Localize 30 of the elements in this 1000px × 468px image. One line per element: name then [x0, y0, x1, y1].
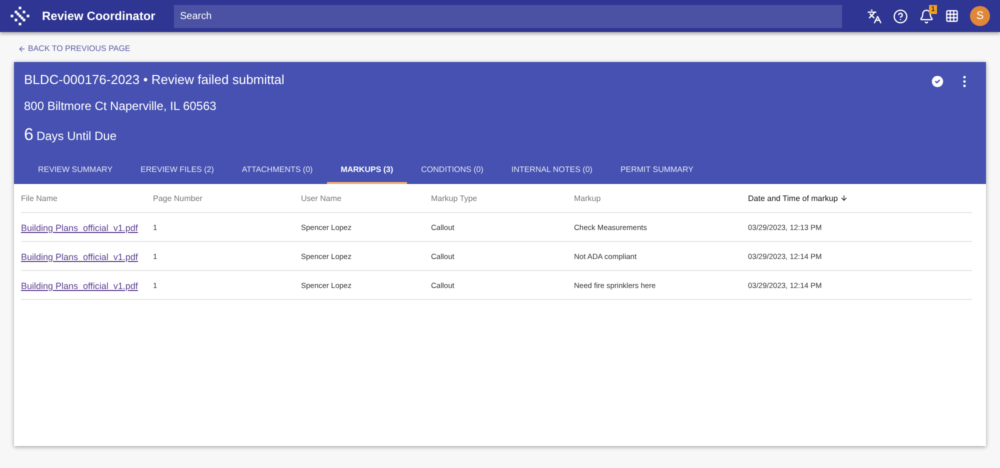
tab[interactable]: REVIEW SUMMARY	[24, 157, 127, 184]
record-address: 800 Biltmore Ct Naperville, IL 60563	[24, 99, 216, 113]
column-header[interactable]: User Name	[301, 194, 431, 202]
tab[interactable]: ATTACHMENTS (0)	[228, 157, 327, 184]
back-link[interactable]: BACK TO PREVIOUS PAGE	[18, 44, 130, 53]
translate-icon[interactable]	[867, 8, 882, 24]
arrow-left-icon	[18, 44, 26, 52]
tab[interactable]: CONDITIONS (0)	[407, 157, 498, 184]
due-count: 6	[24, 125, 34, 145]
due-label: Days Until Due	[36, 129, 116, 143]
column-header[interactable]: Markup Type	[431, 194, 574, 202]
tab[interactable]: EREVIEW FILES (2)	[126, 157, 228, 184]
column-header[interactable]: Markup	[574, 194, 748, 202]
search-field[interactable]: Search	[174, 4, 842, 28]
column-header[interactable]: Page Number	[153, 194, 301, 202]
file-link[interactable]: Building Plans_official_v1.pdf	[21, 281, 138, 291]
tab[interactable]: PERMIT SUMMARY	[606, 157, 708, 184]
app-title: Review Coordinator	[42, 9, 156, 23]
column-header[interactable]: File Name	[21, 194, 153, 202]
help-icon[interactable]	[893, 8, 908, 24]
file-link[interactable]: Building Plans_official_v1.pdf	[21, 252, 138, 262]
column-header[interactable]: Date and Time of markup	[748, 194, 972, 202]
sort-icon	[840, 194, 848, 202]
apps-icon[interactable]	[945, 9, 959, 23]
logo-icon	[10, 6, 30, 26]
check-icon[interactable]	[930, 74, 945, 89]
record-title: BLDC-000176-2023 • Review failed submittal	[24, 72, 284, 87]
tab[interactable]: MARKUPS (3)	[326, 157, 408, 184]
tab[interactable]: INTERNAL NOTES (0)	[497, 157, 606, 184]
file-link[interactable]: Building Plans_official_v1.pdf	[21, 223, 138, 233]
